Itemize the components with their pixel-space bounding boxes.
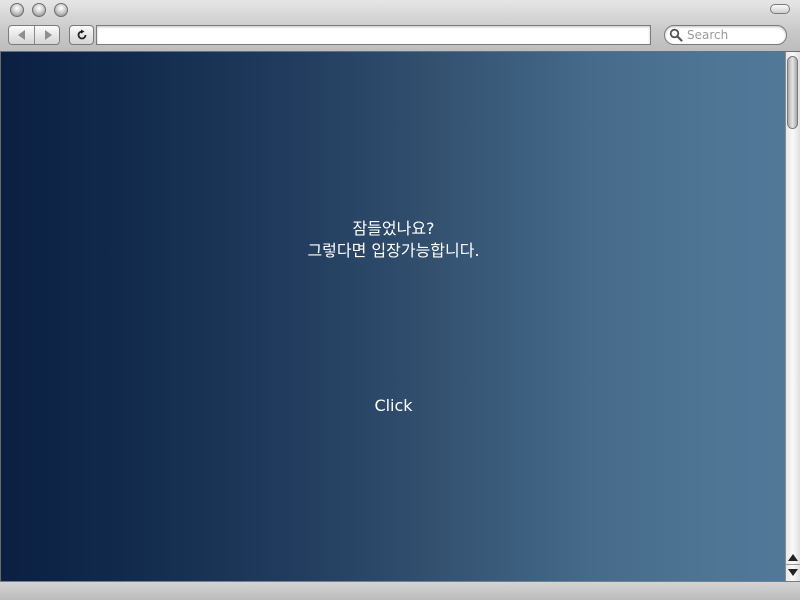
close-window-button[interactable] (10, 3, 24, 17)
scrollbar-thumb[interactable] (787, 56, 798, 129)
reload-button[interactable] (69, 25, 94, 45)
status-bar (0, 581, 800, 600)
toolbar-toggle-button[interactable] (770, 4, 790, 14)
browser-toolbar: Search (0, 0, 800, 52)
scroll-arrow-divider (786, 564, 800, 565)
scroll-down-arrow-icon[interactable] (788, 569, 798, 576)
message-line-1: 잠들었나요? (352, 219, 435, 238)
forward-arrow-icon (44, 30, 52, 40)
back-arrow-icon (18, 30, 25, 40)
navigation-buttons (8, 25, 60, 45)
search-placeholder: Search (687, 28, 729, 42)
back-button[interactable] (9, 26, 34, 44)
reload-icon (77, 29, 86, 40)
forward-button[interactable] (33, 26, 60, 44)
intro-message: 잠들었나요? 그렇다면 입장가능합니다. (1, 218, 786, 262)
zoom-window-button[interactable] (54, 3, 68, 17)
page-content: 잠들었나요? 그렇다면 입장가능합니다. Click (0, 52, 785, 581)
vertical-scrollbar[interactable] (785, 52, 800, 581)
minimize-window-button[interactable] (32, 3, 46, 17)
click-link[interactable]: Click (1, 395, 786, 417)
address-bar[interactable] (96, 25, 651, 45)
search-icon (669, 28, 683, 42)
message-line-2: 그렇다면 입장가능합니다. (307, 241, 480, 260)
scroll-up-arrow-icon[interactable] (788, 554, 798, 561)
search-field[interactable]: Search (664, 25, 787, 45)
